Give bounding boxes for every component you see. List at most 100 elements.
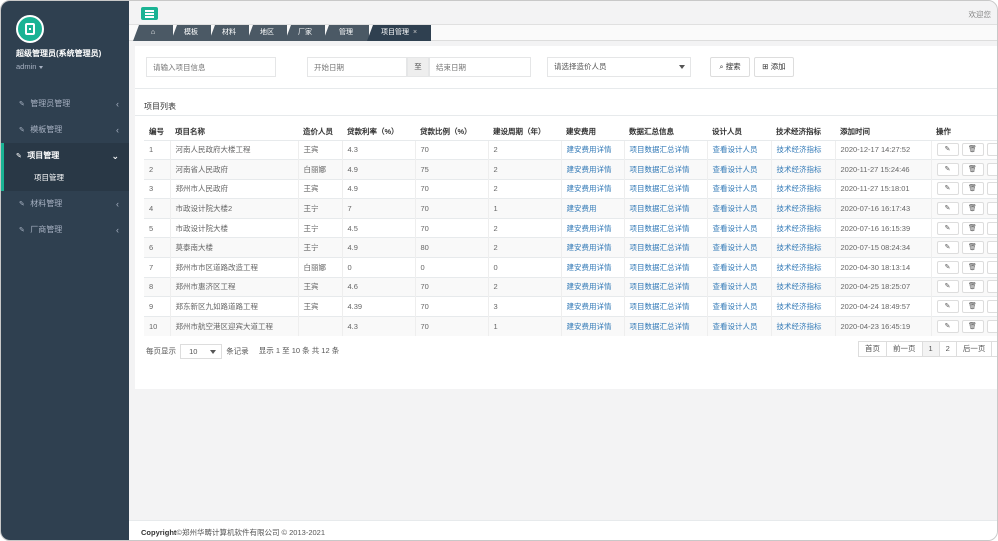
delete-button[interactable]: 🗑: [961, 280, 984, 294]
summary-detail-link[interactable]: 项目数据汇总详情: [623, 139, 707, 160]
designer-link[interactable]: 查看设计人员: [706, 237, 771, 258]
start-date-input[interactable]: [307, 57, 407, 77]
sidebar-item-vendor[interactable]: ✎ 厂商管理 ‹: [1, 217, 129, 243]
designer-link[interactable]: 查看设计人员: [706, 159, 771, 180]
tech-index-link[interactable]: 技术经济指标: [770, 139, 835, 160]
designer-link[interactable]: 查看设计人员: [706, 217, 771, 238]
tab-home[interactable]: ⌂: [133, 25, 173, 41]
menu-toggle-button[interactable]: [141, 7, 158, 20]
per-page-select[interactable]: 10: [180, 344, 223, 359]
fee-detail-link[interactable]: 建安费用详情: [560, 217, 624, 238]
tech-index-link[interactable]: 技术经济指标: [770, 198, 835, 219]
more-button[interactable]: [986, 241, 997, 255]
project-search-input[interactable]: [146, 57, 276, 77]
sidebar-item-project[interactable]: ✎ 项目管理 ⌄: [1, 143, 129, 169]
page-1-button[interactable]: 1: [921, 341, 940, 357]
designer-link[interactable]: 查看设计人员: [706, 139, 771, 160]
delete-button[interactable]: 🗑: [961, 143, 984, 157]
avatar[interactable]: [16, 15, 44, 43]
fee-detail-link[interactable]: 建安费用详情: [560, 178, 624, 199]
summary-detail-link[interactable]: 项目数据汇总详情: [623, 178, 707, 199]
more-button[interactable]: [986, 202, 997, 216]
edit-button[interactable]: ✎: [936, 162, 959, 176]
column-header-id[interactable]: 编号: [144, 124, 170, 141]
fee-detail-link[interactable]: 建安费用详情: [560, 257, 624, 278]
summary-detail-link[interactable]: 项目数据汇总详情: [623, 296, 707, 317]
summary-detail-link[interactable]: 项目数据汇总详情: [623, 315, 707, 336]
last-page-button[interactable]: 末: [991, 341, 997, 357]
add-button[interactable]: ⊞ 添加: [754, 57, 794, 77]
sidebar-item-admin[interactable]: ✎ 管理员管理 ‹: [1, 91, 129, 117]
tech-index-link[interactable]: 技术经济指标: [770, 159, 835, 180]
tech-index-link[interactable]: 技术经济指标: [770, 217, 835, 238]
fee-detail-link[interactable]: 建安费用详情: [560, 276, 624, 297]
more-button[interactable]: [986, 162, 997, 176]
tech-index-link[interactable]: 技术经济指标: [770, 315, 835, 336]
designer-link[interactable]: 查看设计人员: [706, 178, 771, 199]
prev-page-button[interactable]: 前一页: [886, 341, 923, 357]
summary-detail-link[interactable]: 项目数据汇总详情: [623, 159, 707, 180]
close-icon[interactable]: ×: [413, 29, 417, 36]
tab-template[interactable]: 模板: [171, 25, 211, 41]
summary-detail-link[interactable]: 项目数据汇总详情: [623, 237, 707, 258]
tech-index-link[interactable]: 技术经济指标: [770, 296, 835, 317]
summary-detail-link[interactable]: 项目数据汇总详情: [623, 276, 707, 297]
summary-detail-link[interactable]: 项目数据汇总详情: [623, 257, 707, 278]
edit-button[interactable]: ✎: [936, 202, 959, 216]
delete-button[interactable]: 🗑: [961, 221, 984, 235]
designer-link[interactable]: 查看设计人员: [706, 315, 771, 336]
designer-link[interactable]: 查看设计人员: [706, 296, 771, 317]
more-button[interactable]: [986, 221, 997, 235]
edit-button[interactable]: ✎: [936, 182, 959, 196]
fee-detail-link[interactable]: 建安费用详情: [560, 296, 624, 317]
edit-button[interactable]: ✎: [936, 143, 959, 157]
fee-detail-link[interactable]: 建安费用详情: [560, 315, 624, 336]
edit-button[interactable]: ✎: [936, 221, 959, 235]
edit-button[interactable]: ✎: [936, 280, 959, 294]
summary-detail-link[interactable]: 项目数据汇总详情: [623, 198, 707, 219]
more-button[interactable]: [986, 143, 997, 157]
sidebar-item-template[interactable]: ✎ 模板管理 ‹: [1, 117, 129, 143]
tab-region[interactable]: 地区: [247, 25, 287, 41]
tech-index-link[interactable]: 技术经济指标: [770, 257, 835, 278]
sidebar-item-material[interactable]: ✎ 材料管理 ‹: [1, 191, 129, 217]
tech-index-link[interactable]: 技术经济指标: [770, 178, 835, 199]
delete-button[interactable]: 🗑: [961, 202, 984, 216]
page-2-button[interactable]: 2: [938, 341, 957, 357]
search-button[interactable]: ⌕ 搜索: [710, 57, 750, 77]
edit-button[interactable]: ✎: [936, 300, 959, 314]
first-page-button[interactable]: 首页: [858, 341, 887, 357]
next-page-button[interactable]: 后一页: [955, 341, 993, 357]
tab-vendor[interactable]: 厂家: [285, 25, 325, 41]
end-date-input[interactable]: [429, 57, 531, 77]
fee-detail-link[interactable]: 建安费用详情: [560, 237, 624, 258]
delete-button[interactable]: 🗑: [961, 162, 984, 176]
more-button[interactable]: [986, 319, 997, 333]
tab-manage[interactable]: 管理: [323, 25, 369, 41]
delete-button[interactable]: 🗑: [961, 260, 984, 274]
designer-link[interactable]: 查看设计人员: [706, 257, 771, 278]
sidebar-subitem-project-manage[interactable]: 项目管理: [1, 169, 129, 191]
tab-project-manage[interactable]: 项目管理 ×: [367, 25, 431, 41]
tech-index-link[interactable]: 技术经济指标: [770, 237, 835, 258]
delete-button[interactable]: 🗑: [961, 182, 984, 196]
edit-button[interactable]: ✎: [936, 241, 959, 255]
fee-detail-link[interactable]: 建安费用详情: [560, 139, 624, 160]
edit-button[interactable]: ✎: [936, 260, 959, 274]
more-button[interactable]: [986, 182, 997, 196]
cost-person-select[interactable]: 请选择造价人员: [547, 57, 691, 77]
edit-button[interactable]: ✎: [936, 319, 959, 333]
fee-detail-link[interactable]: 建安费用详情: [560, 159, 624, 180]
summary-detail-link[interactable]: 项目数据汇总详情: [623, 217, 707, 238]
more-button[interactable]: [986, 300, 997, 314]
tab-material[interactable]: 材料: [209, 25, 249, 41]
tech-index-link[interactable]: 技术经济指标: [770, 276, 835, 297]
delete-button[interactable]: 🗑: [961, 319, 984, 333]
delete-button[interactable]: 🗑: [961, 241, 984, 255]
fee-detail-link[interactable]: 建安费用: [560, 198, 624, 219]
more-button[interactable]: [986, 260, 997, 274]
designer-link[interactable]: 查看设计人员: [706, 198, 771, 219]
delete-button[interactable]: 🗑: [961, 300, 984, 314]
designer-link[interactable]: 查看设计人员: [706, 276, 771, 297]
user-role-dropdown[interactable]: admin: [16, 62, 129, 71]
